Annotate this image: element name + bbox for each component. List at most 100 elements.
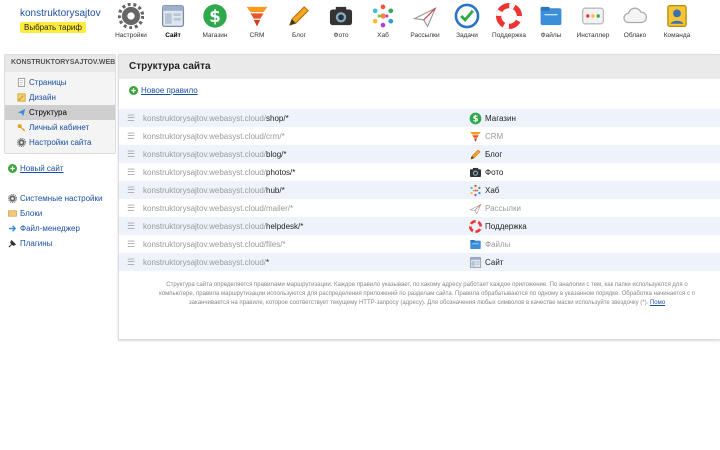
app-installer[interactable]: Инсталлер (572, 2, 614, 42)
rule-app-name: Файлы (485, 239, 511, 249)
routing-rule-row[interactable]: ☰ konstruktorysajtov.webasyst.cloud/blog/… (119, 145, 720, 163)
files-icon (469, 238, 482, 251)
routing-rule-row[interactable]: ☰ konstruktorysajtov.webasyst.cloud/helpd… (119, 217, 720, 235)
sidebar-item-label: Дизайн (29, 93, 56, 102)
rule-app-name: Хаб (485, 185, 500, 195)
app-site[interactable]: Сайт (152, 2, 194, 42)
app-mailer[interactable]: Рассылки (404, 2, 446, 42)
app-cloud[interactable]: Облако (614, 2, 656, 42)
sidebar-item[interactable]: Страницы (5, 75, 115, 90)
description-line: заканчивается на правиле, которое соотве… (127, 299, 720, 308)
app-shop[interactable]: $ Магазин (194, 2, 236, 42)
drag-handle-icon[interactable]: ☰ (119, 257, 143, 268)
drag-handle-icon[interactable]: ☰ (119, 149, 143, 160)
routing-rule-row[interactable]: ☰ konstruktorysajtov.webasyst.cloud/photo… (119, 163, 720, 181)
app-lifebuoy[interactable]: Поддержка (488, 2, 530, 42)
rule-url[interactable]: konstruktorysajtov.webasyst.cloud/shop/* (143, 114, 469, 123)
rule-app[interactable]: Файлы (469, 238, 510, 251)
rule-app[interactable]: Сайт (469, 256, 503, 269)
rule-app[interactable]: Рассылки (469, 202, 521, 215)
choose-tariff-button[interactable]: Выбрать тариф (20, 22, 86, 33)
sidebar-item-label: Структура (29, 108, 67, 117)
sidebar-item-label: Личный кабинет (29, 123, 90, 132)
app-camera[interactable]: Фото (320, 2, 362, 42)
sidebar-item[interactable]: Настройки сайта (5, 135, 115, 150)
svg-text:$: $ (473, 113, 479, 123)
app-blog-pencil[interactable]: Блог (278, 2, 320, 42)
rule-app-name: Поддержка (485, 221, 527, 231)
rule-url[interactable]: konstruktorysajtov.webasyst.cloud/photos… (143, 168, 469, 177)
rule-url[interactable]: konstruktorysajtov.webasyst.cloud/crm/* (143, 132, 469, 141)
drag-handle-icon[interactable]: ☰ (119, 131, 143, 142)
rule-url[interactable]: konstruktorysajtov.webasyst.cloud/blog/* (143, 150, 469, 159)
app-label: Поддержка (492, 32, 526, 39)
blocks-icon (8, 209, 17, 218)
new-site-link[interactable]: Новый сайт (4, 164, 116, 173)
rule-url-domain: konstruktorysajtov.webasyst.cloud/ (143, 131, 267, 141)
rule-app-name: CRM (485, 131, 504, 141)
tool-item-label: Плагины (20, 239, 53, 248)
app-gear[interactable]: Настройки (110, 2, 152, 42)
rule-app[interactable]: CRM (469, 130, 503, 143)
routing-rule-row[interactable]: ☰ konstruktorysajtov.webasyst.cloud/hub/*… (119, 181, 720, 199)
app-files[interactable]: Файлы (530, 2, 572, 42)
routing-rule-row[interactable]: ☰ konstruktorysajtov.webasyst.cloud/maile… (119, 199, 720, 217)
cloud-icon (621, 2, 649, 30)
rule-url-path: blog/* (266, 149, 287, 159)
rule-url[interactable]: konstruktorysajtov.webasyst.cloud/hub/* (143, 186, 469, 195)
routing-rule-row[interactable]: ☰ konstruktorysajtov.webasyst.cloud/shop/… (119, 109, 720, 127)
site-selector[interactable]: KONSTRUKTORYSAJTOV.WEB... (5, 55, 115, 72)
drag-handle-icon[interactable]: ☰ (119, 167, 143, 178)
rule-url[interactable]: konstruktorysajtov.webasyst.cloud/* (143, 258, 469, 267)
drag-handle-icon[interactable]: ☰ (119, 203, 143, 214)
tool-item[interactable]: Блоки (4, 206, 116, 221)
rule-app[interactable]: Поддержка (469, 219, 527, 233)
sidebar-item[interactable]: Личный кабинет (5, 120, 115, 135)
site-icon (469, 256, 482, 269)
routing-rule-row[interactable]: ☰ konstruktorysajtov.webasyst.cloud/crm/*… (119, 127, 720, 145)
drag-handle-icon[interactable]: ☰ (119, 185, 143, 196)
app-label: Фото (333, 32, 349, 39)
rule-app-name: Рассылки (485, 203, 521, 213)
account-name[interactable]: konstruktorysajtov (20, 8, 101, 19)
system-tools: Системные настройки Блоки Файл-менеджер Пла… (4, 191, 116, 251)
rule-url[interactable]: konstruktorysajtov.webasyst.cloud/helpde… (143, 222, 469, 231)
sidebar-item[interactable]: Структура (5, 105, 115, 120)
camera-icon (327, 2, 355, 30)
page-title: Структура сайта (119, 55, 720, 79)
drag-handle-icon[interactable]: ☰ (119, 113, 143, 124)
rule-url-path: crm/* (266, 131, 285, 141)
tool-item[interactable]: Плагины (4, 236, 116, 251)
app-crm[interactable]: CRM (236, 2, 278, 42)
rule-url[interactable]: konstruktorysajtov.webasyst.cloud/files/… (143, 240, 469, 249)
rule-app[interactable]: Хаб (469, 184, 499, 197)
crm-icon (243, 2, 271, 30)
app-hub[interactable]: Хаб (362, 2, 404, 42)
lifebuoy-icon (469, 219, 482, 233)
sidebar-item[interactable]: Дизайн (5, 90, 115, 105)
description-line: компьютере, правила маршрутизации исполь… (159, 291, 695, 297)
new-rule-link[interactable]: Новое правило (129, 86, 198, 95)
tool-item[interactable]: Системные настройки (4, 191, 116, 206)
rule-app-name: Фото (485, 167, 504, 177)
gear-icon (16, 137, 27, 148)
help-link[interactable]: Помо (650, 300, 665, 306)
mailer-icon (411, 2, 439, 30)
routing-rule-row[interactable]: ☰ konstruktorysajtov.webasyst.cloud/* Сайт (119, 253, 720, 271)
rule-app[interactable]: Блог (469, 148, 502, 161)
rule-url-domain: konstruktorysajtov.webasyst.cloud/ (143, 257, 267, 267)
routing-rule-row[interactable]: ☰ konstruktorysajtov.webasyst.cloud/files… (119, 235, 720, 253)
app-team[interactable]: Команда (656, 2, 698, 42)
site-menu-list: Страницы Дизайн Структура Личный кабинет Нас… (5, 72, 115, 153)
structure-panel: Структура сайта Новое правило ☰ konstrukt… (118, 54, 720, 340)
rule-url[interactable]: konstruktorysajtov.webasyst.cloud/mailer… (143, 204, 469, 213)
plugin-icon (8, 239, 17, 248)
drag-handle-icon[interactable]: ☰ (119, 221, 143, 232)
rule-app[interactable]: $ Магазин (469, 112, 516, 125)
app-label: Блог (291, 32, 307, 39)
app-tasks[interactable]: Задачи (446, 2, 488, 42)
rule-app[interactable]: Фото (469, 166, 503, 179)
drag-handle-icon[interactable]: ☰ (119, 239, 143, 250)
tool-item[interactable]: Файл-менеджер (4, 221, 116, 236)
app-label: Хаб (377, 32, 389, 39)
